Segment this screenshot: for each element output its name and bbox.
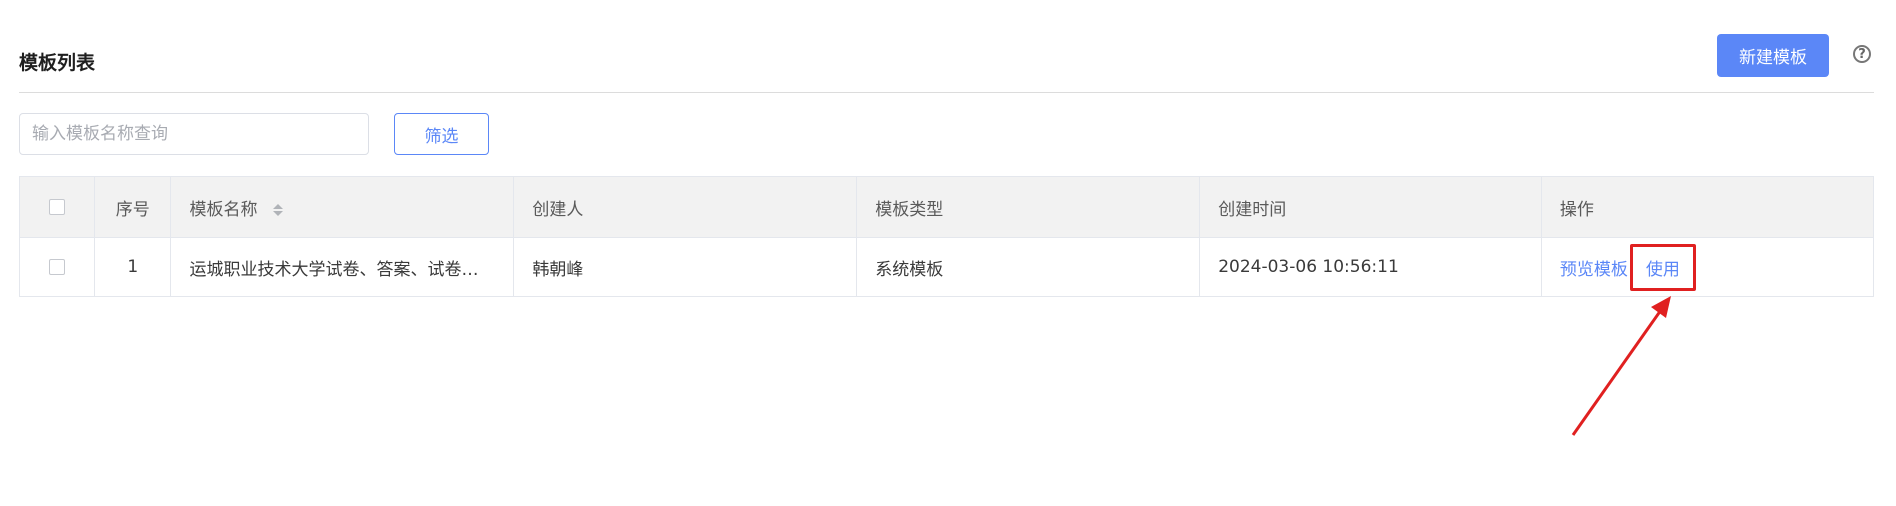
arrow-head — [1651, 296, 1671, 318]
annotation-arrow — [1571, 296, 1671, 436]
arrow-shaft — [1571, 309, 1663, 436]
